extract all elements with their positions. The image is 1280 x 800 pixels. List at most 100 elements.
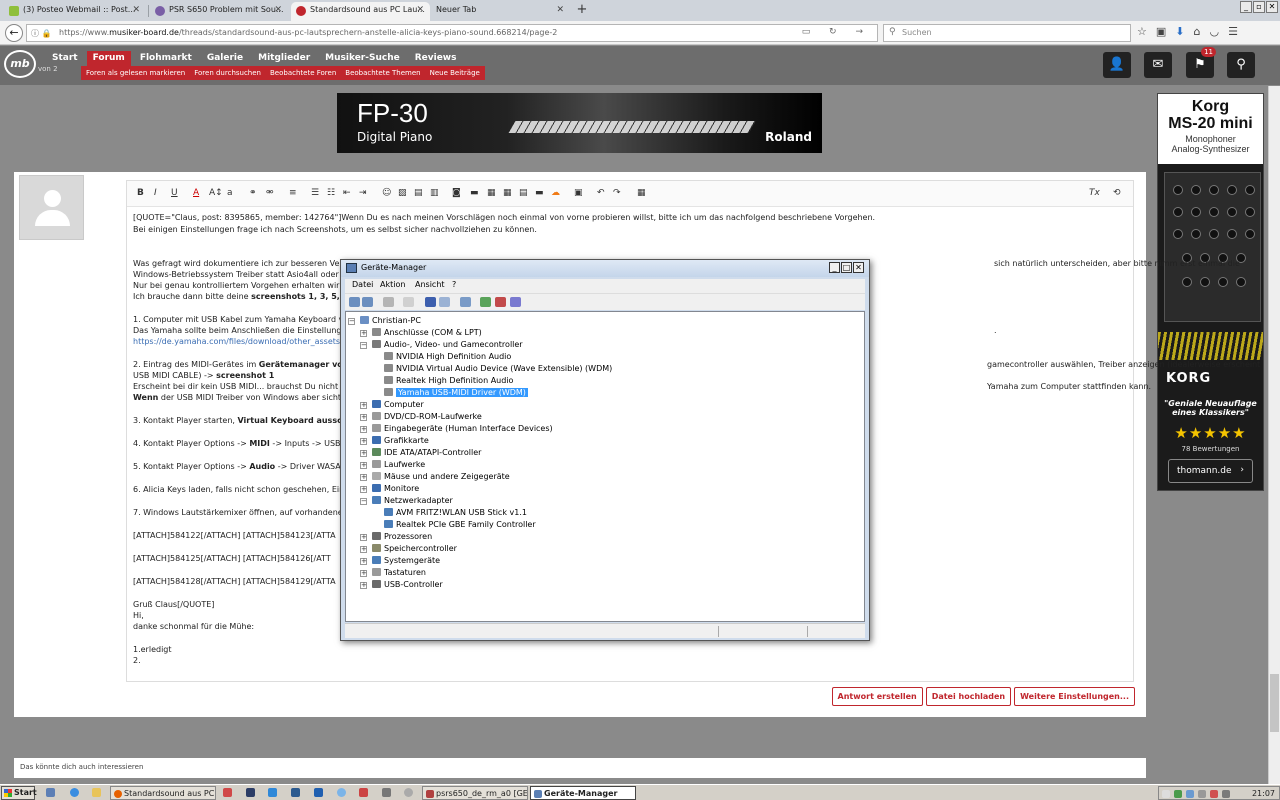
bullet-list-icon[interactable]: ☰ <box>311 188 319 198</box>
close-tab-icon[interactable]: ✕ <box>274 5 282 15</box>
unlink-icon[interactable]: ⚮ <box>266 188 274 198</box>
internet-explorer-icon[interactable] <box>70 788 79 797</box>
maximize-icon[interactable]: ▫ <box>1253 1 1265 13</box>
device-icon[interactable] <box>382 788 391 797</box>
forward-arrow-icon[interactable] <box>362 297 373 307</box>
settings-icon[interactable] <box>404 788 413 797</box>
expand-plus-icon[interactable]: + <box>360 546 367 553</box>
back-arrow-icon[interactable] <box>349 297 360 307</box>
tray-expand-icon[interactable] <box>1162 790 1170 798</box>
table-c-icon[interactable]: ▤ <box>519 188 528 198</box>
device-tree[interactable]: − Christian-PC + Anschlüsse (COM & LPT) − Aud… <box>345 311 865 622</box>
font-color-icon[interactable]: A <box>193 188 199 198</box>
media-icon[interactable]: ▤ <box>414 188 423 198</box>
expand-plus-icon[interactable]: + <box>360 330 367 337</box>
clipboard-icon[interactable]: ▣ <box>1156 25 1166 38</box>
taskbar-firefox[interactable]: Standardsound aus PC ... <box>110 786 216 800</box>
expand-plus-icon[interactable]: + <box>360 558 367 565</box>
expand-plus-icon[interactable]: + <box>360 462 367 469</box>
underline-icon[interactable]: U <box>171 188 178 198</box>
pocket-icon[interactable]: ◡ <box>1209 25 1219 38</box>
table-a-icon[interactable]: ▦ <box>487 188 496 198</box>
remove-format-icon[interactable]: Tx <box>1089 188 1100 198</box>
quote-icon[interactable]: ▥ <box>430 188 439 198</box>
dropbox-icon[interactable] <box>268 788 277 797</box>
table-b-icon[interactable]: ▦ <box>503 188 512 198</box>
device-tree-item[interactable]: Computer <box>372 400 424 409</box>
tab-psr-s650[interactable]: PSR S650 Problem mit Sou... ✕ <box>150 2 288 21</box>
start-button[interactable]: Start <box>1 786 37 800</box>
search-input[interactable]: ⚲ Suchen <box>883 24 1131 42</box>
more-options-button[interactable]: Weitere Einstellungen... <box>1014 687 1135 706</box>
hamburger-menu-icon[interactable]: ☰ <box>1228 25 1238 38</box>
device-tree-item[interactable]: Realtek PCIe GBE Family Controller <box>384 520 536 529</box>
nav-forum[interactable]: Forum <box>86 51 131 66</box>
expand-plus-icon[interactable]: + <box>360 438 367 445</box>
tray-bluetooth-icon[interactable] <box>1222 790 1230 798</box>
uninstall-icon[interactable] <box>495 297 506 307</box>
collapse-minus-icon[interactable]: − <box>348 318 355 325</box>
nav-galerie[interactable]: Galerie <box>201 51 249 66</box>
expand-plus-icon[interactable]: + <box>360 414 367 421</box>
site-info-lock-icon[interactable]: ⓘ 🔒 <box>31 28 52 39</box>
subnav-search[interactable]: Foren durchsuchen <box>194 69 261 80</box>
subnav-watched-forums[interactable]: Beobachtete Foren <box>270 69 336 80</box>
forum-logo[interactable]: mb <box>4 50 36 78</box>
thomann-button[interactable]: thomann.de › <box>1168 459 1253 483</box>
upload-file-button[interactable]: Datei hochladen <box>925 687 1012 706</box>
grid-icon[interactable]: ▦ <box>637 188 646 198</box>
device-manager-window[interactable]: Geräte-Manager _ □ ✕ Datei Aktion Ansich… <box>340 259 870 641</box>
nav-start[interactable]: Start <box>46 51 84 66</box>
info-icon[interactable] <box>337 788 346 797</box>
device-tree-item[interactable]: Prozessoren <box>372 532 432 541</box>
tray-volume-icon[interactable] <box>1198 790 1206 798</box>
table-d-icon[interactable]: ▬ <box>535 188 544 198</box>
collapse-minus-icon[interactable]: − <box>360 342 367 349</box>
bookmark-star-icon[interactable]: ☆ <box>1137 25 1147 38</box>
mail-icon[interactable] <box>314 788 323 797</box>
code-icon[interactable]: ▬ <box>470 188 479 198</box>
font-family-icon[interactable]: a <box>227 188 233 198</box>
search-icon[interactable]: ⚲ <box>1227 52 1255 78</box>
bold-icon[interactable]: B <box>137 188 144 198</box>
collapse-minus-icon[interactable]: − <box>360 498 367 505</box>
expand-plus-icon[interactable]: + <box>360 450 367 457</box>
home-icon[interactable]: ⌂ <box>1194 25 1201 38</box>
font-size-icon[interactable]: A↕ <box>209 188 223 198</box>
device-tree-item[interactable]: NVIDIA High Definition Audio <box>384 352 511 361</box>
expand-plus-icon[interactable]: + <box>360 486 367 493</box>
device-tree-item[interactable]: DVD/CD-ROM-Laufwerke <box>372 412 482 421</box>
messages-envelope-icon[interactable]: ✉ <box>1144 52 1172 78</box>
maximize-icon[interactable]: □ <box>841 262 852 273</box>
device-tree-item[interactable]: Christian-PC <box>360 316 421 325</box>
tab-standardsound[interactable]: Standardsound aus PC Lau... ✕ <box>291 2 430 21</box>
avatar[interactable] <box>19 175 84 240</box>
device-tree-item[interactable]: Systemgeräte <box>372 556 440 565</box>
device-tree-item[interactable]: Yamaha USB-MIDI Driver (WDM) <box>384 388 528 397</box>
device-tree-item[interactable]: IDE ATA/ATAPI-Controller <box>372 448 481 457</box>
close-tab-icon[interactable]: ✕ <box>416 5 424 15</box>
soundcloud-icon[interactable]: ☁ <box>551 188 560 198</box>
minimize-icon[interactable]: _ <box>1240 1 1252 13</box>
redo-icon[interactable]: ↷ <box>613 188 621 198</box>
app-icon-2[interactable] <box>246 788 255 797</box>
device-tree-item[interactable]: Eingabegeräte (Human Interface Devices) <box>372 424 553 433</box>
close-tab-icon[interactable]: ✕ <box>132 5 140 15</box>
explorer-folder-icon[interactable] <box>92 788 101 797</box>
update-driver-icon[interactable] <box>480 297 491 307</box>
nav-musiker-suche[interactable]: Musiker-Suche <box>319 51 406 66</box>
image-icon[interactable]: ▨ <box>398 188 407 198</box>
camera-icon[interactable]: ◙ <box>452 188 461 198</box>
url-bar[interactable]: ⓘ 🔒 https://www.musiker-board.de/threads… <box>26 24 878 42</box>
show-desktop-icon[interactable] <box>46 788 55 797</box>
close-icon[interactable]: ✕ <box>853 262 864 273</box>
tool-icon[interactable] <box>359 788 368 797</box>
device-tree-item[interactable]: Netzwerkadapter <box>372 496 453 505</box>
expand-plus-icon[interactable]: + <box>360 426 367 433</box>
photoshop-icon[interactable] <box>291 788 300 797</box>
menu-aktion[interactable]: Aktion <box>380 280 405 289</box>
disable-device-icon[interactable] <box>510 297 521 307</box>
device-tree-item[interactable]: Monitore <box>372 484 419 493</box>
italic-icon[interactable]: I <box>154 188 157 198</box>
app-icon-1[interactable] <box>223 788 232 797</box>
